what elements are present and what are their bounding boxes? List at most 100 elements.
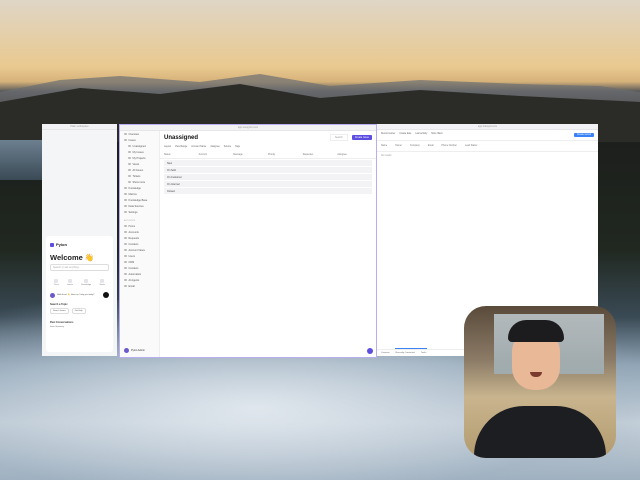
column-header[interactable]: Requester	[303, 154, 338, 156]
nav-icon	[128, 144, 131, 148]
tab[interactable]: Contacts	[381, 352, 390, 354]
filter-chip[interactable]: Layout	[164, 146, 171, 148]
column-header[interactable]: Company	[410, 145, 420, 147]
right-url: app.hubspot.com	[477, 125, 498, 128]
group-row[interactable]: On hold	[164, 167, 372, 173]
crm-toolbar: Record owner Create date Last activity M…	[377, 130, 598, 141]
column-header[interactable]: Lead Status	[465, 145, 477, 147]
search-issues-button[interactable]: Search Issues	[50, 308, 69, 314]
sidebar: Overview Issues Unassigned My Issues My …	[120, 131, 160, 357]
sidebar-label: Overview	[128, 132, 139, 136]
column-header[interactable]: Priority	[268, 154, 303, 156]
send-icon[interactable]	[103, 292, 109, 298]
nav-icon	[124, 132, 127, 136]
column-header[interactable]: Account	[199, 154, 234, 156]
filter-chip[interactable]: Create date	[399, 133, 411, 137]
group-row[interactable]: On Internal	[164, 181, 372, 187]
content-header: Unassigned Search Create Issue	[160, 131, 376, 144]
search-input[interactable]: Search	[329, 134, 348, 141]
tab[interactable]: Tasks	[421, 352, 427, 354]
left-title: Plain workspace	[70, 125, 89, 128]
filter-chip[interactable]: Last activity	[415, 133, 427, 137]
column-header[interactable]: Assignee	[337, 154, 372, 156]
sidebar-label: AI Agents	[128, 278, 140, 282]
widget-search-input[interactable]: Search or ask anything...	[50, 264, 109, 271]
sidebar-item[interactable]: Email	[120, 283, 159, 289]
nav-icon	[128, 150, 131, 154]
sidebar-label: Views	[132, 162, 140, 166]
quick-label: Views	[99, 284, 105, 286]
user-name: Pylon Admin	[131, 349, 145, 352]
tab[interactable]: Recently Contacted	[396, 352, 415, 354]
chat-launcher-icon[interactable]	[367, 348, 373, 354]
group-row[interactable]: On Customer	[164, 174, 372, 180]
sidebar-label: Requests	[128, 236, 140, 240]
sidebar-label: Contacts	[128, 266, 139, 270]
nav-icon	[124, 284, 127, 288]
column-header[interactable]: Message	[233, 154, 268, 156]
filter-chip[interactable]: Account Name	[191, 146, 206, 148]
sidebar-label: Macros	[128, 192, 137, 196]
column-header[interactable]: Phone Number	[442, 145, 457, 147]
page-title: Unassigned	[164, 134, 199, 141]
sidebar-label: Show more	[132, 180, 146, 184]
presenter-body	[474, 406, 606, 458]
nav-icon	[124, 230, 127, 234]
sidebar-label: Email	[128, 284, 135, 288]
crm-table-header: Name Owner Company Email Phone Number Le…	[377, 141, 598, 152]
filter-chip[interactable]: Record owner	[381, 133, 395, 137]
quick-action-views[interactable]: Views	[100, 279, 105, 286]
create-record-button[interactable]: Create record	[573, 133, 594, 137]
sidebar-label: Knowledge Base	[128, 198, 148, 202]
filter-chip[interactable]: Tags	[235, 146, 240, 148]
nav-icon	[124, 224, 127, 228]
get-help-button[interactable]: Get Help	[71, 308, 86, 314]
sidebar-label: Account Views	[128, 248, 145, 252]
issues-content: Unassigned Search Create Issue Layout Vi…	[160, 131, 376, 357]
column-header[interactable]: Status	[164, 154, 199, 156]
nav-icon	[124, 192, 127, 196]
nav-icon	[128, 156, 131, 160]
quick-action-knowledge[interactable]: Knowledge	[81, 279, 91, 286]
pylon-window: app.usepylon.com Overview Issues Unassig…	[119, 124, 377, 358]
nav-icon	[128, 174, 131, 178]
group-row[interactable]: Closed	[164, 188, 372, 194]
sidebar-user[interactable]: Pylon Admin	[124, 348, 145, 353]
conversation-item[interactable]: Issue Summary	[46, 324, 113, 330]
column-header[interactable]: Email	[428, 145, 434, 147]
chat-widget: Pylon Welcome 👋 Search or ask anything..…	[46, 236, 113, 352]
nav-icon	[128, 162, 131, 166]
nav-icon	[124, 272, 127, 276]
nav-icon	[124, 248, 127, 252]
views-icon	[100, 279, 105, 283]
sidebar-label: Settings	[128, 210, 138, 214]
nav-icon	[124, 278, 127, 282]
nav-icon	[124, 198, 127, 202]
sidebar-label: My Issues	[132, 150, 144, 154]
group-row[interactable]: New	[164, 160, 372, 166]
filter-chip[interactable]: Source	[224, 146, 231, 148]
book-icon	[84, 279, 89, 283]
sidebar-label: Unassigned	[132, 144, 146, 148]
sidebar-label: Automation	[128, 272, 142, 276]
quick-action-docs[interactable]: Docs	[54, 279, 59, 286]
filter-chip[interactable]: More filters	[431, 133, 442, 137]
docs-icon	[54, 279, 59, 283]
quick-action-issues[interactable]: Issues	[67, 279, 73, 286]
filter-chip[interactable]: View Range	[175, 146, 187, 148]
nav-icon	[124, 204, 127, 208]
column-header[interactable]: Owner	[395, 145, 402, 147]
avatar	[124, 348, 129, 353]
nav-icon	[124, 260, 127, 264]
column-header[interactable]: Name	[381, 145, 387, 147]
nav-icon	[124, 242, 127, 246]
sidebar-label: Contacts	[128, 242, 139, 246]
quick-label: Docs	[54, 284, 59, 286]
filter-chip[interactable]: Assignee	[210, 146, 219, 148]
create-issue-button[interactable]: Create Issue	[351, 135, 372, 140]
logo-text: Pylon	[56, 242, 67, 247]
sidebar-label: Home	[128, 224, 136, 228]
issues-icon	[67, 279, 72, 283]
presenter-cap	[508, 320, 564, 342]
header-actions: Search Create Issue	[329, 134, 372, 141]
